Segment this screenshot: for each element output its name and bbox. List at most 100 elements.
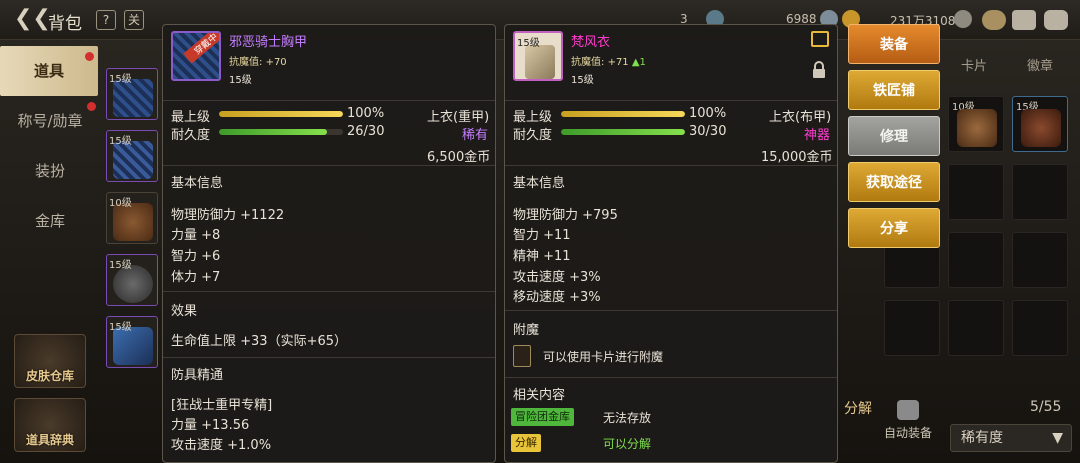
card-slot-icon[interactable]: [513, 345, 531, 367]
rarity-label: 神器: [804, 128, 831, 143]
stat-line: 物理防御力 +1122: [171, 208, 285, 223]
item-level: 15级: [229, 75, 252, 86]
grid-slot[interactable]: [1012, 300, 1068, 356]
enchant-title: 附魔: [513, 323, 540, 338]
tab-badges[interactable]: 徽章: [1012, 52, 1068, 82]
auto-equip-icon: [897, 400, 919, 420]
max-level-label: 最上级: [171, 110, 211, 125]
lock-toggle-icon[interactable]: 关: [124, 10, 144, 30]
durability-label: 耐久度: [513, 128, 553, 143]
share-button[interactable]: 分享: [848, 208, 940, 248]
item-name: 邪恶骑士胸甲: [229, 35, 308, 50]
resist-value: 抗魔值: +71 ▲1: [571, 57, 646, 68]
basic-info-title: 基本信息: [513, 176, 566, 191]
item-level: 15级: [571, 75, 594, 86]
blacksmith-button[interactable]: 铁匠铺: [848, 70, 940, 110]
grid-slot[interactable]: 10级: [948, 96, 1004, 152]
inventory-slot[interactable]: 10级: [106, 192, 158, 244]
max-level-value: 100%: [689, 106, 727, 121]
page-title: 背包: [48, 14, 82, 34]
durability-value: 26/30: [347, 124, 385, 139]
stat-line: 力量 +8: [171, 228, 221, 243]
durability-value: 30/30: [689, 124, 727, 139]
grid-slot[interactable]: [948, 164, 1004, 220]
effect-line: 生命值上限 +33（实际+65）: [171, 334, 348, 349]
obtain-source-button[interactable]: 获取途径: [848, 162, 940, 202]
notification-dot: [85, 52, 94, 61]
item-type: 上衣(布甲): [769, 110, 832, 125]
tab-vault[interactable]: 金库: [0, 196, 100, 246]
tab-titles[interactable]: 称号/勋章: [0, 96, 100, 146]
sort-select[interactable]: 稀有度 ▼: [950, 424, 1072, 452]
grid-slot[interactable]: [1012, 232, 1068, 288]
enchant-hint: 可以使用卡片进行附魔: [543, 350, 664, 364]
stat-line: 攻击速度 +3%: [513, 270, 601, 285]
mail-icon[interactable]: [1012, 10, 1036, 30]
skin-storage-button[interactable]: 皮肤仓库: [14, 334, 86, 388]
belt-icon: [1021, 109, 1061, 147]
stat-line: 物理防御力 +795: [513, 208, 618, 223]
grid-slot[interactable]: [948, 300, 1004, 356]
notification-dot: [87, 102, 96, 111]
grid-slot[interactable]: [1012, 164, 1068, 220]
inventory-slot[interactable]: 15级: [106, 316, 158, 368]
mastery-name: [狂战士重甲专精]: [171, 398, 273, 413]
tab-cards[interactable]: 卡片: [946, 52, 1002, 82]
resist-value: 抗魔值: +70: [229, 57, 287, 68]
lock-icon[interactable]: [811, 61, 827, 79]
compare-item-tooltip: 15级 梵风衣 抗魔值: +71 ▲1 15级 最上级 100% 上衣(布甲) …: [504, 24, 838, 463]
tab-items[interactable]: 道具: [0, 46, 98, 96]
dismantle-tag: 分解: [511, 434, 541, 452]
item-name: 梵风衣: [571, 35, 611, 50]
inventory-screen: ❮❮ 背包 ? 关 3 6988 231万3108 道具 称号/勋章 装扮 金库…: [0, 0, 1080, 463]
related-value: 无法存放: [603, 411, 652, 425]
max-level-value: 100%: [347, 106, 385, 121]
inventory-count: 5/55: [1030, 399, 1062, 415]
related-value: 可以分解: [603, 437, 652, 451]
mastery-stat: 攻击速度 +1.0%: [171, 438, 272, 453]
effect-title: 效果: [171, 304, 198, 319]
stat-line: 体力 +7: [171, 270, 221, 285]
durability-bar: [219, 129, 343, 135]
equipped-item-tooltip: 穿戴中 邪恶骑士胸甲 抗魔值: +70 15级 最上级 100% 上衣(重甲) …: [162, 24, 496, 463]
stat-line: 智力 +11: [513, 228, 571, 243]
item-icon: 穿戴中: [171, 31, 221, 81]
stat-line: 精神 +11: [513, 249, 571, 264]
tab-avatar[interactable]: 装扮: [0, 146, 100, 196]
stat-line: 移动速度 +3%: [513, 290, 601, 305]
durability-label: 耐久度: [171, 128, 211, 143]
equip-button[interactable]: 装备: [848, 24, 940, 64]
durability-bar: [561, 129, 685, 135]
related-title: 相关内容: [513, 388, 566, 403]
grid-slot[interactable]: 15级: [1012, 96, 1068, 152]
dropdown-arrow-icon: ▼: [1052, 430, 1063, 446]
leather-armor-icon: [957, 109, 997, 147]
repair-button[interactable]: 修理: [848, 116, 940, 156]
adventure-vault-tag: 冒险团金库: [511, 408, 574, 426]
bag-icon[interactable]: [982, 10, 1006, 30]
grid-slot[interactable]: [948, 232, 1004, 288]
left-tab-list: 道具 称号/勋章 装扮 金库: [0, 46, 100, 246]
back-arrow-icon[interactable]: ❮❮: [14, 8, 51, 32]
chat-icon[interactable]: [1044, 10, 1068, 30]
basic-info-title: 基本信息: [171, 176, 224, 191]
mastery-title: 防具精通: [171, 368, 224, 383]
item-price: 15,000金币: [761, 150, 833, 165]
auto-equip-button[interactable]: 自动装备: [878, 398, 938, 446]
mastery-stat: 力量 +13.56: [171, 418, 250, 433]
max-level-bar: [219, 111, 343, 117]
item-dictionary-button[interactable]: 道具辞典: [14, 398, 86, 452]
add-gold-icon[interactable]: [954, 10, 972, 28]
inventory-slot[interactable]: 15级: [106, 68, 158, 120]
exchange-icon[interactable]: [811, 31, 829, 47]
rarity-label: 稀有: [462, 128, 489, 143]
inventory-slot[interactable]: 15级: [106, 254, 158, 306]
item-icon: 15级: [513, 31, 563, 81]
inventory-slot[interactable]: 15级: [106, 130, 158, 182]
grid-slot[interactable]: [884, 300, 940, 356]
max-level-bar: [561, 111, 685, 117]
stat-line: 智力 +6: [171, 249, 221, 264]
max-level-label: 最上级: [513, 110, 553, 125]
item-price: 6,500金币: [427, 150, 491, 165]
help-icon[interactable]: ?: [96, 10, 116, 30]
